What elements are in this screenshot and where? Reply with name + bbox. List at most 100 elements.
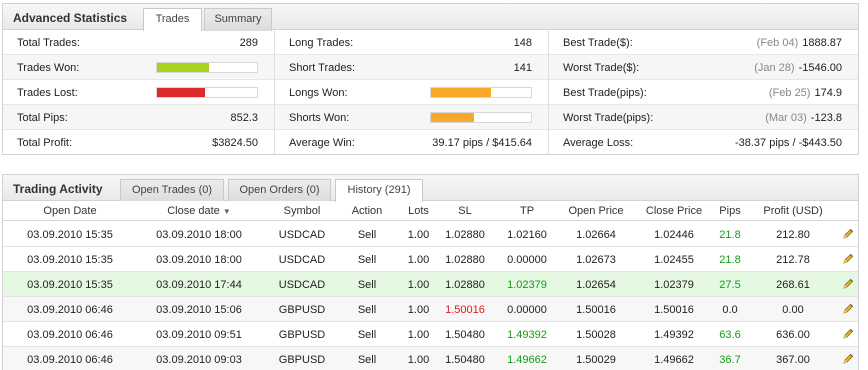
table-row[interactable]: 03.09.2010 15:35 03.09.2010 18:00 USDCAD Se… [3,247,858,272]
stat-row: Long Trades: 148 [275,30,548,55]
stat-row: Short Trades: 141 [275,55,548,80]
edit-icon[interactable] [842,228,854,240]
stat-amount: 174.9 [814,87,842,99]
stat-row: Average Win: 39.17 pips / $415.64 [275,130,548,155]
stats-title: Advanced Statistics [13,11,128,25]
stat-label: Best Trade($): [563,37,633,49]
cell-close: 03.09.2010 09:51 [156,329,242,341]
cell-open: 03.09.2010 06:46 [27,354,113,366]
stat-value: (Feb 04) 1888.87 [757,37,842,49]
cell-tp: 0.00000 [507,304,547,316]
longs-won-bar [430,87,532,98]
cell-sl: 1.02880 [445,254,485,266]
cell-tp: 0.00000 [507,254,547,266]
table-row[interactable]: 03.09.2010 06:46 03.09.2010 15:06 GBPUSD Se… [3,297,858,322]
edit-icon[interactable] [842,328,854,340]
edit-icon[interactable] [842,278,854,290]
cell-close-price: 1.02379 [654,279,694,291]
stat-row: Trades Lost: [3,80,274,105]
tab-open-orders[interactable]: Open Orders (0) [228,179,331,202]
edit-icon[interactable] [842,253,854,265]
col-action[interactable]: Action [339,205,395,217]
cell-action: Sell [357,254,377,266]
col-symbol[interactable]: Symbol [267,205,337,217]
table-row[interactable]: 03.09.2010 15:35 03.09.2010 17:44 USDCAD Se… [3,272,858,297]
cell-symbol: USDCAD [278,279,326,291]
stat-row: Trades Won: [3,55,274,80]
shorts-won-bar-fill [431,113,474,122]
cell-tp: 1.02160 [507,229,547,241]
stats-grid: Total Trades: 289 Trades Won: Trades Los… [3,30,858,154]
stat-value: 39.17 pips / $415.64 [432,137,532,149]
stat-row: Best Trade($): (Feb 04) 1888.87 [549,30,858,55]
cell-close: 03.09.2010 15:06 [156,304,242,316]
cell-close-price: 1.02455 [654,254,694,266]
cell-close: 03.09.2010 09:03 [156,354,242,366]
col-close-price[interactable]: Close Price [635,205,713,217]
cell-tp: 1.02379 [507,279,547,291]
stats-column-3: Best Trade($): (Feb 04) 1888.87 Worst Tra… [549,30,858,154]
stat-row: Longs Won: [275,80,548,105]
col-close-date[interactable]: Close date ▼ [141,205,257,217]
table-row[interactable]: 03.09.2010 06:46 03.09.2010 09:03 GBPUSD Se… [3,347,858,370]
cell-open-price: 1.50016 [576,304,616,316]
col-pips[interactable]: Pips [709,205,751,217]
cell-close: 03.09.2010 17:44 [156,279,242,291]
cell-open: 03.09.2010 15:35 [27,229,113,241]
cell-close-price: 1.02446 [654,229,694,241]
cell-sl: 1.50016 [445,304,485,316]
tab-open-trades[interactable]: Open Trades (0) [120,179,224,202]
cell-sl: 1.02880 [445,279,485,291]
stat-value: 141 [513,62,532,74]
tab-history[interactable]: History (291) [335,179,423,202]
col-sl[interactable]: SL [435,205,495,217]
stat-row: Worst Trade($): (Jan 28) -1546.00 [549,55,858,80]
cell-pips: 27.5 [719,279,741,291]
trading-activity-panel: Trading Activity Open Trades (0) Open Or… [2,174,859,370]
cell-close-price: 1.49662 [654,354,694,366]
cell-action: Sell [357,304,377,316]
trades-lost-bar-fill [157,88,205,97]
col-close-date-label: Close date [167,205,220,217]
history-table-header: Open Date Close date ▼ Symbol Action Lot… [3,201,858,221]
shorts-won-bar [430,112,532,123]
stat-label: Total Pips: [17,112,68,124]
cell-action: Sell [357,354,377,366]
cell-symbol: GBPUSD [278,354,326,366]
cell-pips: 36.7 [719,354,741,366]
cell-close: 03.09.2010 18:00 [156,254,242,266]
cell-pips: 21.8 [719,254,741,266]
stat-row: Total Trades: 289 [3,30,274,55]
cell-tp: 1.49662 [507,354,547,366]
cell-open: 03.09.2010 06:46 [27,304,113,316]
table-row[interactable]: 03.09.2010 15:35 03.09.2010 18:00 USDCAD Se… [3,222,858,247]
stat-row: Best Trade(pips): (Feb 25) 174.9 [549,80,858,105]
stat-label: Worst Trade(pips): [563,112,654,124]
col-profit[interactable]: Profit (USD) [755,205,831,217]
edit-icon[interactable] [842,353,854,365]
advanced-statistics-panel: Advanced Statistics Trades Summary Total… [2,3,859,155]
stat-label: Worst Trade($): [563,62,640,74]
trades-won-bar [156,62,258,73]
tab-trades[interactable]: Trades [143,8,202,31]
stat-label: Short Trades: [289,62,356,74]
cell-open-price: 1.02654 [576,279,616,291]
stat-value: 148 [513,37,532,49]
tab-summary[interactable]: Summary [204,8,272,31]
stat-value: 289 [239,37,258,49]
cell-sl: 1.50480 [445,329,485,341]
table-row[interactable]: 03.09.2010 06:46 03.09.2010 09:51 GBPUSD Se… [3,322,858,347]
stat-row: Shorts Won: [275,105,548,130]
stat-label: Shorts Won: [289,112,350,124]
col-open-price[interactable]: Open Price [557,205,635,217]
trades-won-bar-fill [157,63,209,72]
cell-sl: 1.50480 [445,354,485,366]
col-open-date[interactable]: Open Date [11,205,129,217]
cell-open-price: 1.50029 [576,354,616,366]
cell-close: 03.09.2010 18:00 [156,229,242,241]
stat-label: Longs Won: [289,87,348,99]
col-tp[interactable]: TP [495,205,559,217]
cell-open: 03.09.2010 06:46 [27,329,113,341]
edit-icon[interactable] [842,303,854,315]
stat-value: (Jan 28) -1546.00 [754,62,842,74]
